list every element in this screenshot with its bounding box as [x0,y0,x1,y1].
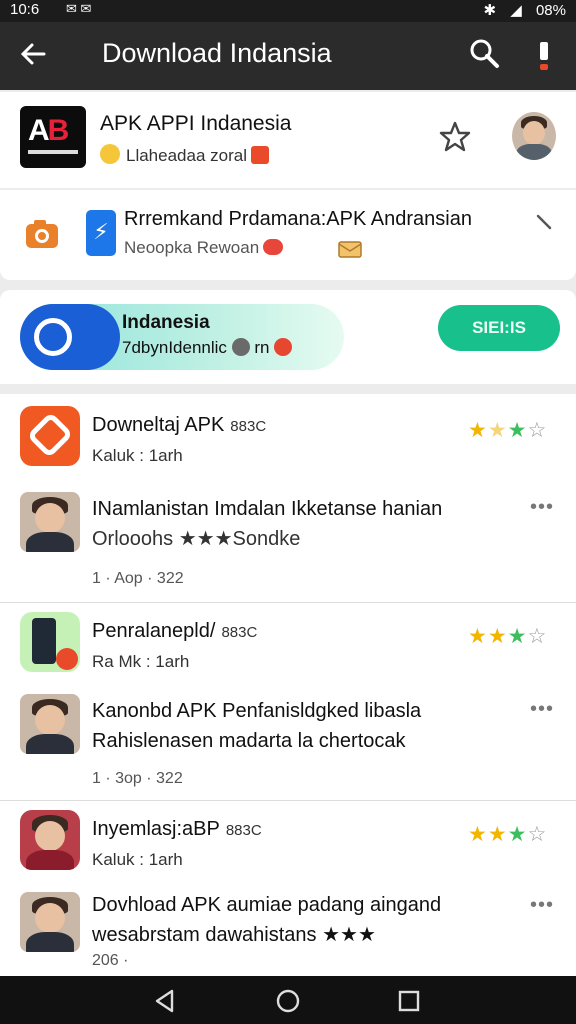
app-header-card [0,92,576,188]
back-arrow-icon[interactable] [18,34,54,74]
promo-title: Indanesia [122,312,210,333]
nav-back-icon[interactable] [148,984,182,1018]
list-item-title[interactable]: Inyemlasj:aBP 883C [92,818,262,841]
status-time: 10:6 [10,1,40,18]
bluetooth-icon: ✱ [483,2,497,19]
post-text: Kanonbd APK Penfanisldgked libasla Rahisl… [92,700,422,752]
more-vert-icon[interactable] [532,36,556,76]
post-meta: 1 · 3op · 322 [92,770,183,787]
app-name: APK APPI Indanesia [100,112,292,135]
post-meta: 1 · Aop · 322 [92,570,184,587]
heart-icon [263,239,284,255]
app-icon[interactable] [20,612,80,672]
app-logo: AB [20,106,86,168]
suggestion-title: Rrremkand Prdamana:APK Andransian [124,208,472,230]
camera-icon [24,218,60,250]
list-item-title[interactable]: Penralanepld/883C [92,620,257,643]
page-title: Download Indansia [102,38,332,68]
smile-emoji-icon [100,144,120,164]
red-emoji-icon [274,338,293,356]
list-item-subtitle: Kaluk : 1arh [92,850,183,869]
rating-stars: ★★★☆ [468,419,548,442]
envelope-icon [338,238,362,258]
promo-subtitle: 7dbynIdennlic rn [122,338,293,358]
more-options-icon[interactable]: ••• [530,698,554,721]
signal-icon: ◢ [510,2,522,19]
status-right: ✱ ◢ 08% [474,1,567,19]
feed-list [0,394,576,976]
notification-icons: ✉ ✉ [66,1,92,16]
list-item-subtitle: Ra Mk : 1arh [92,652,190,671]
system-nav-bar [0,976,576,1024]
avatar[interactable] [20,892,80,952]
post-meta: 206 · [92,952,129,969]
star-outline-icon[interactable] [438,120,472,154]
logo-mark: AB [28,114,69,147]
flag-icon [250,146,269,164]
chevron-icon[interactable] [534,212,554,232]
nav-home-icon[interactable] [271,984,305,1018]
list-item-subtitle: Kaluk : 1arh [92,446,183,465]
badge-icon [231,338,250,356]
app-tile-icon: ⚡ [86,210,116,256]
app-icon[interactable] [20,406,80,466]
more-options-icon[interactable]: ••• [530,894,554,917]
status-bar: 10:6 ✉ ✉ ✱ ◢ 08% [0,0,576,22]
avatar[interactable] [20,694,80,754]
app-icon[interactable] [20,810,80,870]
list-item-title[interactable]: Downeltaj APK 883C [92,414,266,437]
avatar[interactable] [20,492,80,552]
battery-level: 08% [535,2,566,19]
search-icon[interactable] [466,36,502,72]
more-options-icon[interactable]: ••• [530,496,554,519]
post-text: Dovhload APK aumiae padang aingand wesabr… [92,894,442,946]
avatar[interactable] [512,112,556,160]
rating-stars: ★★★☆ [468,625,548,648]
app-subtitle: Llaheadaa zoral [100,144,269,166]
rating-stars: ★★★☆ [468,823,548,846]
post-text: INamlanistan Imdalan Ikketanse hanian Orl… [92,498,443,550]
app-bar: Download Indansia [0,22,576,90]
suggestion-subtitle: Neoopka Rewoan [124,238,284,258]
circle-logo-icon [34,318,72,356]
promo-action-button[interactable]: SIEI:IS [438,305,560,351]
nav-recents-icon[interactable] [392,984,426,1018]
